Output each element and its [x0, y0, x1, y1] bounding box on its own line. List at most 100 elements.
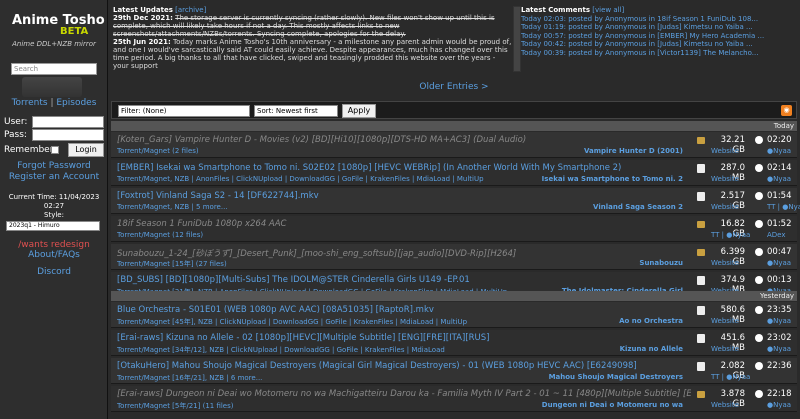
torrent-title-link[interactable]: [BD_SUBS] [BD][1080p][Multi-Subs] The ID… — [117, 275, 470, 285]
series-link[interactable]: Dungeon ni Deai o Motomeru no wa — [542, 401, 683, 409]
clock-icon — [755, 248, 763, 256]
nav-separator: | — [50, 98, 54, 108]
torrent-title: 18if Season 1 FuniDub 1080p x264 AAC — [117, 219, 691, 229]
updates-scrollbar[interactable] — [513, 6, 521, 72]
torrent-row: [Erai-raws] Dungeon ni Deai wo Motomeru … — [111, 386, 797, 412]
source-link[interactable]: ●Nyaa — [767, 147, 791, 155]
torrent-title-link[interactable]: Sunabouzu_1-24_[砂ぼうず]_[Desert_Punk]_[moo… — [117, 249, 516, 259]
source-link[interactable]: ●Nyaa — [767, 259, 791, 267]
forgot-password-link[interactable]: Forgot Password — [0, 161, 108, 171]
torrent-title-link[interactable]: 18if Season 1 FuniDub 1080p x264 AAC — [117, 219, 287, 229]
style-label: Style: — [44, 211, 64, 219]
filter-select[interactable]: Filter: (None) — [118, 105, 250, 117]
comments-view-all-link[interactable]: [view all] — [592, 6, 624, 14]
series-link[interactable]: Kizuna no Allele — [620, 345, 683, 353]
download-links[interactable]: Torrent/Magnet, NZB | AnonFiles | ClickN… — [117, 175, 484, 183]
user-label: User: — [4, 117, 28, 127]
nav-episodes-link[interactable]: Episodes — [56, 98, 96, 108]
torrent-title-link[interactable]: [OtakuHero] Mahou Shoujo Magical Destroy… — [117, 361, 637, 371]
source-link[interactable]: ●Nyaa — [767, 345, 791, 353]
search-input[interactable]: Search — [11, 63, 97, 75]
wants-redesign-link[interactable]: /wants redesign — [0, 240, 108, 250]
download-links[interactable]: Torrent/Magnet (2 files) — [117, 147, 199, 155]
remember-checkbox[interactable] — [51, 146, 59, 154]
torrent-title-link[interactable]: [Erai-raws] Dungeon ni Deai wo Motomeru … — [117, 389, 691, 399]
download-links[interactable]: Torrent/Magnet, NZB | 5 more... — [117, 203, 228, 211]
source-link[interactable]: ●Nyaa — [767, 401, 791, 409]
download-links[interactable]: Torrent/Magnet [16年/21], NZB | 6 more... — [117, 374, 262, 382]
torrent-links: Torrent/Magnet (12 files) — [117, 231, 691, 239]
series-link[interactable]: Mahou Shoujo Magical Destroyers — [549, 373, 683, 381]
user-input[interactable] — [32, 116, 104, 128]
about-link[interactable]: About/FAQs — [0, 250, 108, 260]
torrent-title: [Foxtrot] Vinland Saga S2 - 14 [DF622744… — [117, 191, 691, 201]
discord-link[interactable]: Discord — [0, 267, 108, 277]
download-links[interactable]: Torrent/Magnet [45年], NZB | ClickNUpload… — [117, 318, 467, 326]
source-link[interactable]: ●Nyaa — [767, 175, 791, 183]
source-link[interactable]: TT | ●Nyaa — [767, 203, 800, 211]
series-link[interactable]: Isekai wa Smartphone to Tomo ni. 2 — [542, 175, 683, 183]
site-logo[interactable]: Anime Tosho — [12, 14, 105, 27]
rss-icon[interactable]: ◉ — [781, 105, 792, 116]
register-link[interactable]: Register an Account — [0, 172, 108, 182]
latest-comments: Latest Comments [view all] Today 02:03: … — [521, 6, 797, 72]
series-link[interactable]: Vampire Hunter D (2001) — [584, 147, 683, 155]
post-time: 01:54 — [767, 191, 792, 201]
comment-item[interactable]: Today 00:57: posted by Anonymous in [EMB… — [521, 32, 797, 41]
website-link[interactable]: Website — [711, 203, 739, 211]
comment-item[interactable]: Today 00:42: posted by Anonymous in [Jud… — [521, 40, 797, 49]
torrent-title: [OtakuHero] Mahou Shoujo Magical Destroy… — [117, 361, 691, 371]
website-link[interactable]: Website — [711, 317, 739, 325]
website-link[interactable]: Website — [711, 259, 739, 267]
torrent-links: Torrent/Magnet [15年] (27 files) — [117, 259, 691, 269]
source-link[interactable]: ●Nyaa — [767, 317, 791, 325]
comment-item[interactable]: Today 02:03: posted by Anonymous in 18if… — [521, 15, 797, 24]
beta-badge: BETA — [60, 26, 89, 37]
clock-icon — [755, 136, 763, 144]
post-time: 00:47 — [767, 247, 792, 257]
series-link[interactable]: Sunabouzu — [639, 259, 683, 267]
website-link[interactable]: Website — [711, 345, 739, 353]
update-entry: 29th Dec 2021: The storage server is cur… — [113, 14, 495, 38]
comment-item[interactable]: Today 01:19: posted by Anonymous in [Jud… — [521, 23, 797, 32]
download-links[interactable]: Torrent/Magnet [15年] (27 files) — [117, 260, 227, 268]
login-button[interactable]: Login — [68, 143, 104, 157]
series-link[interactable]: Ao no Orchestra — [619, 317, 683, 325]
older-entries-link[interactable]: Older Entries > — [108, 82, 800, 92]
style-select[interactable]: 2023q1 - Himuro — [6, 221, 100, 231]
download-links[interactable]: Torrent/Magnet [34年/12], NZB | ClickNUpl… — [117, 346, 445, 354]
torrent-row: Sunabouzu_1-24_[砂ぼうず]_[Desert_Punk]_[moo… — [111, 244, 797, 270]
updates-archive-link[interactable]: [archive] — [175, 6, 206, 14]
website-link[interactable]: TT | ●Nyaa — [711, 231, 750, 239]
torrent-title-link[interactable]: [EMBER] Isekai wa Smartphone to Tomo ni.… — [117, 163, 621, 173]
password-input[interactable] — [32, 129, 104, 141]
website-link[interactable]: Website — [711, 401, 739, 409]
torrent-title: [BD_SUBS] [BD][1080p][Multi-Subs] The ID… — [117, 275, 691, 285]
torrent-row: [OtakuHero] Mahou Shoujo Magical Destroy… — [111, 358, 797, 384]
source-link[interactable]: ADex — [767, 231, 786, 239]
website-link[interactable]: Website — [711, 175, 739, 183]
file-icon — [697, 334, 705, 343]
download-links[interactable]: Torrent/Magnet (12 files) — [117, 231, 203, 239]
mascot-image — [22, 77, 82, 97]
torrent-row: 18if Season 1 FuniDub 1080p x264 AAC Torr… — [111, 216, 797, 242]
torrent-title-link[interactable]: Blue Orchestra - S01E01 (WEB 1080p AVC A… — [117, 305, 434, 315]
day-header-today: Today — [111, 121, 797, 131]
sort-select[interactable]: Sort: Newest first — [254, 105, 338, 117]
torrent-title-link[interactable]: [Erai-raws] Kizuna no Allele - 02 [1080p… — [117, 333, 489, 343]
file-icon — [697, 192, 705, 201]
apply-button[interactable]: Apply — [342, 104, 376, 118]
torrent-title-link[interactable]: [Foxtrot] Vinland Saga S2 - 14 [DF622744… — [117, 191, 319, 201]
nav-torrents-link[interactable]: Torrents — [12, 98, 48, 108]
file-icon — [697, 276, 705, 285]
website-link[interactable]: Website — [711, 147, 739, 155]
download-links[interactable]: Torrent/Magnet [5年/21] (11 files) — [117, 402, 234, 410]
sidebar: Anime Tosho BETA Anime DDL+NZB mirror Se… — [0, 0, 108, 419]
torrent-row: [Koten_Gars] Vampire Hunter D - Movies (… — [111, 132, 797, 158]
series-link[interactable]: Vinland Saga Season 2 — [593, 203, 683, 211]
torrent-row: Blue Orchestra - S01E01 (WEB 1080p AVC A… — [111, 302, 797, 328]
torrent-title-link[interactable]: [Koten_Gars] Vampire Hunter D - Movies (… — [117, 135, 526, 145]
website-link[interactable]: TT | ●Nyaa — [711, 373, 750, 381]
comment-item[interactable]: Today 00:39: posted by Anonymous in [Vic… — [521, 49, 797, 58]
updates-heading: Latest Updates — [113, 6, 173, 14]
